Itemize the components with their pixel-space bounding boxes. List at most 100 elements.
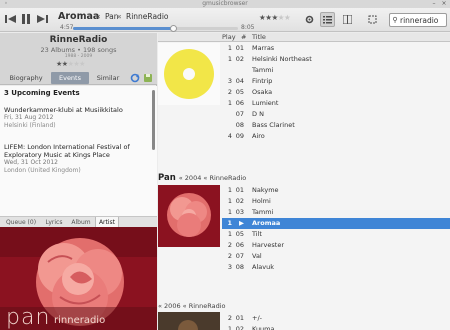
table-row[interactable]: Tammi	[222, 65, 450, 76]
album-group-header[interactable]: Pan « 2004 « RinneRadio	[158, 172, 450, 184]
separator: «	[96, 12, 101, 21]
minimize-icon[interactable]: –	[430, 1, 438, 7]
now-playing-artist[interactable]: RinneRadio	[126, 12, 169, 21]
tab-similar[interactable]: Similar	[91, 72, 125, 84]
tab-biography[interactable]: Biography	[3, 72, 49, 84]
album-cover[interactable]	[158, 43, 220, 105]
track-title: Tammi	[252, 208, 274, 216]
table-row[interactable]: 3 08 Alavuk	[222, 262, 450, 273]
columns-view-button[interactable]	[340, 12, 355, 27]
seek-handle[interactable]	[169, 25, 177, 32]
track-number: 03	[235, 208, 244, 216]
event-location: London (United Kingdom)	[4, 167, 81, 174]
column-title[interactable]: Title	[252, 33, 266, 42]
context-pane: RinneRadio 23 Albums • 198 songs 1988 - …	[0, 33, 157, 330]
track-title: Fintrip	[252, 77, 273, 85]
column-play[interactable]: Play	[222, 33, 236, 42]
track-title: Holmi	[252, 197, 271, 205]
total-time: 8:05	[241, 24, 255, 31]
album-art[interactable]: pan rinneradio	[0, 227, 157, 330]
track-title: Nakyme	[252, 186, 279, 194]
star-icon[interactable]: ★	[79, 60, 85, 68]
previous-button[interactable]	[4, 13, 16, 25]
artist-name[interactable]: RinneRadio	[0, 35, 157, 45]
table-row[interactable]: 2 05 Osaka	[222, 87, 450, 98]
track-number: 02	[235, 55, 244, 63]
save-icon[interactable]	[143, 73, 153, 83]
column-number[interactable]: #	[241, 33, 246, 42]
settings-button[interactable]	[302, 12, 317, 27]
table-row[interactable]: 1 02 Helsinki Northeast	[222, 54, 450, 65]
track-title: Val	[252, 252, 262, 260]
now-playing-title: Aromaa	[58, 11, 100, 22]
track-title: Helsinki Northeast	[252, 55, 312, 63]
star-icon[interactable]: ★	[284, 13, 291, 22]
search-box[interactable]: ⚲	[389, 13, 447, 27]
track-number: 05	[235, 88, 244, 96]
table-row[interactable]: 1 02 Kuuma	[222, 324, 450, 330]
list-view-button[interactable]	[320, 12, 335, 27]
event-date: Wed, 31 Oct 2012	[4, 159, 58, 166]
seek-slider[interactable]	[73, 25, 238, 32]
table-row[interactable]: 1 02 Holmi	[222, 196, 450, 207]
table-row[interactable]: 1 06 Lumient	[222, 98, 450, 109]
event-item[interactable]: Wunderkammer-klubi at Musiikkitalo Fri, …	[4, 106, 148, 130]
table-row[interactable]: 07 D N	[222, 109, 450, 120]
event-location: Helsinki (Finland)	[4, 122, 56, 129]
pause-button[interactable]	[20, 13, 32, 25]
fullscreen-button[interactable]	[365, 12, 380, 27]
artist-rating[interactable]: ★★★★★	[56, 60, 85, 68]
close-icon[interactable]: ×	[440, 1, 448, 7]
context-tabs: Queue (0) Lyrics Album Artist	[0, 216, 157, 228]
artist-info-tabs: Biography Events Similar	[0, 72, 157, 85]
disc-number: 1	[227, 99, 232, 107]
track-number: 06	[235, 99, 244, 107]
scrollbar-thumb[interactable]	[152, 90, 155, 150]
disc-number: 2	[227, 314, 232, 322]
seek-progress	[73, 27, 174, 30]
table-row[interactable]: 2 01 +/-	[222, 313, 450, 324]
search-icon: ⚲	[392, 16, 398, 24]
track-number: 02	[235, 325, 244, 330]
table-row[interactable]: 1 03 Tammi	[222, 207, 450, 218]
track-title: Lumient	[252, 99, 279, 107]
disc-number: 3	[227, 263, 232, 271]
track-number: 07	[235, 110, 244, 118]
disc-number: 1	[227, 55, 232, 63]
table-row[interactable]: 2 06 Harvester	[222, 240, 450, 251]
event-title[interactable]: Wunderkammer-klubi at Musiikkitalo	[4, 106, 148, 114]
window-title: gmusicbrowser	[202, 0, 248, 7]
event-item[interactable]: LIFEM: London International Festival of …	[4, 143, 148, 175]
track-number: 06	[235, 241, 244, 249]
table-row[interactable]: 08 Bass Clarinet	[222, 120, 450, 131]
table-row[interactable]: 3 04 Fintrip	[222, 76, 450, 87]
search-input[interactable]	[400, 15, 445, 25]
table-row[interactable]: 1 01 Marras	[222, 43, 450, 54]
rose-thumbnail	[158, 185, 220, 247]
events-scrollbar[interactable]	[151, 88, 156, 214]
track-number: 05	[235, 230, 244, 238]
song-list-header: Play # Title	[158, 33, 450, 42]
track-title: Harvester	[252, 241, 284, 249]
table-row[interactable]: 1 01 Nakyme	[222, 185, 450, 196]
track-title: Aromaa	[252, 219, 281, 227]
track-rating[interactable]: ★★★★★	[259, 13, 291, 22]
table-row-playing[interactable]: 1 ▶ Aromaa	[222, 218, 450, 229]
album-cover-2006[interactable]	[158, 312, 220, 330]
track-number: 09	[235, 132, 244, 140]
table-row[interactable]: 4 09 Airo	[222, 131, 450, 142]
event-title[interactable]: LIFEM: London International Festival of …	[4, 143, 148, 159]
events-heading: 3 Upcoming Events	[4, 89, 80, 97]
art-artist-text: rinneradio	[54, 315, 106, 326]
album-cover-pan[interactable]	[158, 185, 220, 247]
table-row[interactable]: 1 05 Tilt	[222, 229, 450, 240]
disc-number: 2	[227, 252, 232, 260]
album-group-header[interactable]: « 2006 « RinneRadio	[158, 300, 450, 312]
next-button[interactable]	[36, 13, 48, 25]
table-row[interactable]: 2 07 Val	[222, 251, 450, 262]
columns-icon	[343, 15, 352, 24]
refresh-icon[interactable]	[130, 73, 140, 83]
album-group-meta: « 2006 « RinneRadio	[158, 302, 226, 310]
album-group-title[interactable]: Pan	[158, 173, 179, 183]
tab-events[interactable]: Events	[51, 72, 89, 84]
